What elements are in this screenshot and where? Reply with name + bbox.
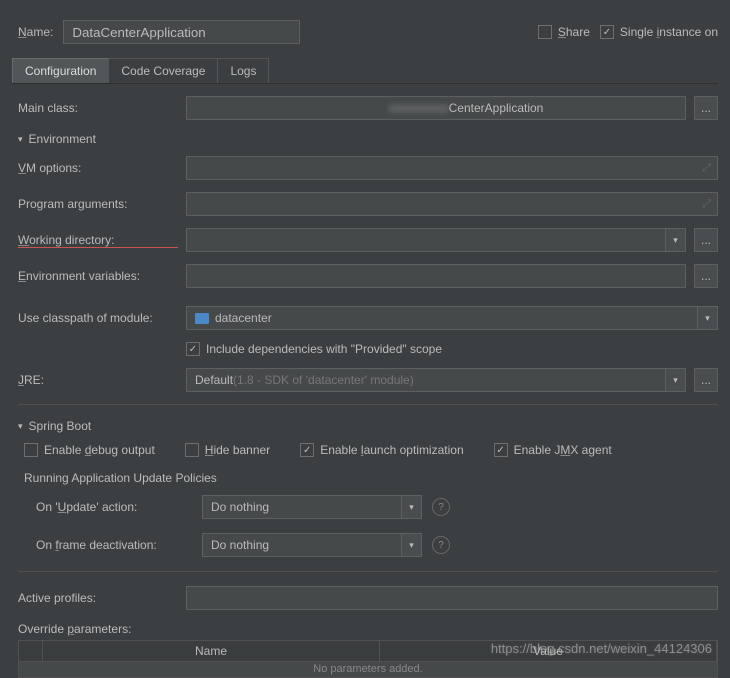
- main-class-label: Main class:: [18, 101, 178, 115]
- tab-logs[interactable]: Logs: [217, 58, 269, 83]
- blurred-text: xxxxxxxxxx: [329, 101, 449, 115]
- working-directory-browse-button[interactable]: ...: [694, 228, 718, 252]
- working-directory-label: Working directory:: [18, 233, 178, 248]
- help-icon[interactable]: ?: [432, 536, 450, 554]
- enable-debug-label: Enable debug output: [44, 443, 155, 457]
- expand-icon[interactable]: ⤢: [702, 198, 711, 211]
- checkbox-icon: [24, 443, 38, 457]
- checkbox-icon: [186, 342, 200, 356]
- override-params-empty: No parameters added.: [18, 662, 718, 678]
- override-params-label: Override parameters:: [18, 622, 718, 636]
- on-update-select[interactable]: Do nothing: [202, 495, 422, 519]
- chevron-down-icon[interactable]: [401, 534, 421, 556]
- single-instance-checkbox[interactable]: Single instance on: [600, 25, 718, 39]
- jre-browse-button[interactable]: ...: [694, 368, 718, 392]
- tab-configuration[interactable]: Configuration: [12, 58, 109, 83]
- chevron-down-icon[interactable]: [401, 496, 421, 518]
- enable-launch-label: Enable launch optimization: [320, 443, 463, 457]
- tab-code-coverage[interactable]: Code Coverage: [108, 58, 218, 83]
- chevron-down-icon[interactable]: [665, 229, 685, 251]
- help-icon[interactable]: ?: [432, 498, 450, 516]
- chevron-down-icon[interactable]: [697, 307, 717, 329]
- main-class-field[interactable]: xxxxxxxxxxCenterApplication: [186, 96, 686, 120]
- on-frame-label: On frame deactivation:: [36, 538, 192, 552]
- on-update-label: On 'Update' action:: [36, 500, 192, 514]
- hide-banner-checkbox[interactable]: Hide banner: [185, 443, 270, 457]
- program-args-label: Program arguments:: [18, 197, 178, 211]
- enable-launch-checkbox[interactable]: Enable launch optimization: [300, 443, 463, 457]
- include-deps-checkbox[interactable]: Include dependencies with "Provided" sco…: [186, 342, 442, 356]
- environment-section-header[interactable]: Environment: [18, 132, 718, 146]
- update-policies-label: Running Application Update Policies: [24, 471, 718, 485]
- checkbox-icon: [600, 25, 614, 39]
- checkbox-icon: [185, 443, 199, 457]
- checkbox-icon: [300, 443, 314, 457]
- checkbox-icon: [494, 443, 508, 457]
- jre-label: JRE:: [18, 373, 178, 387]
- working-directory-field[interactable]: [186, 228, 686, 252]
- share-label: Share: [558, 25, 590, 39]
- classpath-select[interactable]: datacenter: [186, 306, 718, 330]
- classpath-label: Use classpath of module:: [18, 311, 178, 325]
- on-frame-select[interactable]: Do nothing: [202, 533, 422, 557]
- single-instance-label: Single instance on: [620, 25, 718, 39]
- folder-icon: [195, 313, 209, 324]
- watermark: https://blog.csdn.net/weixin_44124306: [491, 641, 712, 656]
- checkbox-icon: [538, 25, 552, 39]
- col-name: Name: [43, 641, 380, 661]
- env-vars-browse-button[interactable]: ...: [694, 264, 718, 288]
- vm-options-label: VM options:: [18, 161, 178, 175]
- hide-banner-label: Hide banner: [205, 443, 270, 457]
- chevron-down-icon[interactable]: [665, 369, 685, 391]
- expand-icon[interactable]: ⤢: [702, 162, 711, 175]
- enable-jmx-label: Enable JMX agent: [514, 443, 612, 457]
- env-vars-field[interactable]: [186, 264, 686, 288]
- jre-select[interactable]: Default (1.8 - SDK of 'datacenter' modul…: [186, 368, 686, 392]
- main-class-browse-button[interactable]: ...: [694, 96, 718, 120]
- name-label: NName:ame:: [18, 25, 53, 39]
- include-deps-label: Include dependencies with "Provided" sco…: [206, 342, 442, 356]
- vm-options-field[interactable]: ⤢: [186, 156, 718, 180]
- active-profiles-label: Active profiles:: [18, 591, 178, 605]
- enable-jmx-checkbox[interactable]: Enable JMX agent: [494, 443, 612, 457]
- spring-boot-section-header[interactable]: Spring Boot: [18, 419, 718, 433]
- env-vars-label: Environment variables:: [18, 269, 178, 283]
- active-profiles-field[interactable]: [186, 586, 718, 610]
- share-checkbox[interactable]: Share: [538, 25, 590, 39]
- name-input[interactable]: [63, 20, 299, 44]
- enable-debug-checkbox[interactable]: Enable debug output: [24, 443, 155, 457]
- program-args-field[interactable]: ⤢: [186, 192, 718, 216]
